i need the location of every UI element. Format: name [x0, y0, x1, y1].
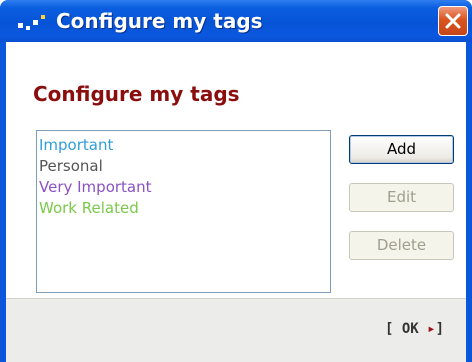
tag-item-very-important[interactable]: Very Important	[39, 177, 330, 198]
tag-list[interactable]: Important Personal Very Important Work R…	[36, 130, 331, 293]
title-bar[interactable]: Configure my tags	[0, 0, 472, 42]
ok-bracket-open: [	[384, 321, 394, 337]
add-button[interactable]: Add	[349, 135, 454, 164]
edit-button[interactable]: Edit	[349, 183, 454, 212]
dialog-footer: [ OK ▸]	[6, 298, 466, 362]
ok-button[interactable]: [ OK ▸]	[385, 321, 444, 337]
window-title: Configure my tags	[56, 9, 263, 33]
dialog-window: Configure my tags Configure my tags Impo…	[0, 0, 472, 362]
ok-label: OK	[401, 321, 419, 337]
ok-arrow-icon: ▸	[427, 321, 436, 337]
tag-item-important[interactable]: Important	[39, 135, 330, 156]
tag-item-personal[interactable]: Personal	[39, 156, 330, 177]
tag-dots-icon	[18, 13, 48, 31]
tag-item-work-related[interactable]: Work Related	[39, 198, 330, 219]
dialog-heading: Configure my tags	[33, 82, 240, 106]
close-button[interactable]	[438, 6, 468, 36]
dialog-body: Configure my tags Important Personal Ver…	[6, 42, 466, 362]
delete-button[interactable]: Delete	[349, 231, 454, 260]
ok-bracket-close: ]	[435, 321, 444, 337]
close-icon	[445, 13, 461, 29]
